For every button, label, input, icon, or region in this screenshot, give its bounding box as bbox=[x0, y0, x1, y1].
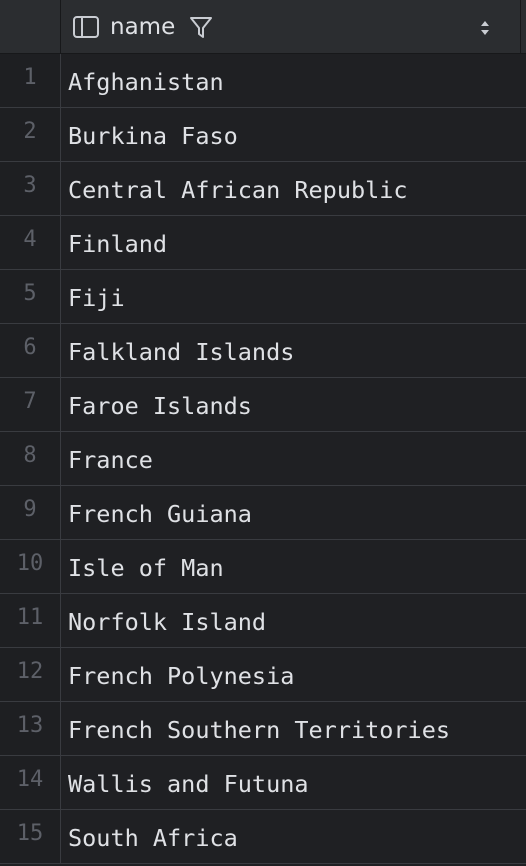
sort-arrows-icon[interactable] bbox=[477, 18, 493, 38]
table-row[interactable]: 9 French Guiana bbox=[0, 486, 526, 540]
row-number[interactable]: 2 bbox=[0, 108, 61, 161]
table-cell-name[interactable]: Wallis and Futuna bbox=[61, 756, 526, 809]
column-header-name[interactable]: name bbox=[61, 0, 521, 53]
table-cell-name[interactable]: Central African Republic bbox=[61, 162, 526, 215]
table-body: 1 Afghanistan 2 Burkina Faso 3 Central Africa… bbox=[0, 54, 526, 864]
table-row[interactable]: 4 Finland bbox=[0, 216, 526, 270]
table-row[interactable]: 14 Wallis and Futuna bbox=[0, 756, 526, 810]
table-row[interactable]: 12 French Polynesia bbox=[0, 648, 526, 702]
table-cell-name[interactable]: Faroe Islands bbox=[61, 378, 526, 431]
row-number[interactable]: 1 bbox=[0, 54, 61, 107]
row-number[interactable]: 14 bbox=[0, 756, 61, 809]
table-row[interactable]: 13 French Southern Territories bbox=[0, 702, 526, 756]
table-cell-name[interactable]: French Polynesia bbox=[61, 648, 526, 701]
table-cell-name[interactable]: Norfolk Island bbox=[61, 594, 526, 647]
table-cell-name[interactable]: Falkland Islands bbox=[61, 324, 526, 377]
row-number[interactable]: 7 bbox=[0, 378, 61, 431]
table-cell-name[interactable]: Fiji bbox=[61, 270, 526, 323]
table-row[interactable]: 7 Faroe Islands bbox=[0, 378, 526, 432]
table-row[interactable]: 6 Falkland Islands bbox=[0, 324, 526, 378]
row-number[interactable]: 3 bbox=[0, 162, 61, 215]
table-header: name bbox=[0, 0, 526, 54]
table-row[interactable]: 1 Afghanistan bbox=[0, 54, 526, 108]
table-cell-name[interactable]: Finland bbox=[61, 216, 526, 269]
table-row[interactable]: 3 Central African Republic bbox=[0, 162, 526, 216]
row-number[interactable]: 6 bbox=[0, 324, 61, 377]
table-cell-name[interactable]: Isle of Man bbox=[61, 540, 526, 593]
row-number[interactable]: 15 bbox=[0, 810, 61, 863]
table-row[interactable]: 5 Fiji bbox=[0, 270, 526, 324]
row-number-header[interactable] bbox=[0, 0, 61, 53]
row-number[interactable]: 10 bbox=[0, 540, 61, 593]
column-name-label: name bbox=[110, 14, 176, 40]
filter-icon[interactable] bbox=[188, 15, 214, 41]
table-row[interactable]: 10 Isle of Man bbox=[0, 540, 526, 594]
row-number[interactable]: 9 bbox=[0, 486, 61, 539]
row-number[interactable]: 12 bbox=[0, 648, 61, 701]
table-cell-name[interactable]: France bbox=[61, 432, 526, 485]
table-cell-name[interactable]: Burkina Faso bbox=[61, 108, 526, 161]
table-row[interactable]: 15 South Africa bbox=[0, 810, 526, 864]
table-row[interactable]: 8 France bbox=[0, 432, 526, 486]
table-cell-name[interactable]: French Southern Territories bbox=[61, 702, 526, 755]
table-cell-name[interactable]: Afghanistan bbox=[61, 54, 526, 107]
row-number[interactable]: 11 bbox=[0, 594, 61, 647]
row-number[interactable]: 13 bbox=[0, 702, 61, 755]
data-grid: name 1 Afghanistan 2 Burkina Faso 3 Central A… bbox=[0, 0, 526, 866]
table-cell-name[interactable]: South Africa bbox=[61, 810, 526, 863]
table-row[interactable]: 2 Burkina Faso bbox=[0, 108, 526, 162]
column-layout-icon bbox=[73, 16, 99, 38]
table-cell-name[interactable]: French Guiana bbox=[61, 486, 526, 539]
row-number[interactable]: 5 bbox=[0, 270, 61, 323]
row-number[interactable]: 4 bbox=[0, 216, 61, 269]
table-row[interactable]: 11 Norfolk Island bbox=[0, 594, 526, 648]
row-number[interactable]: 8 bbox=[0, 432, 61, 485]
